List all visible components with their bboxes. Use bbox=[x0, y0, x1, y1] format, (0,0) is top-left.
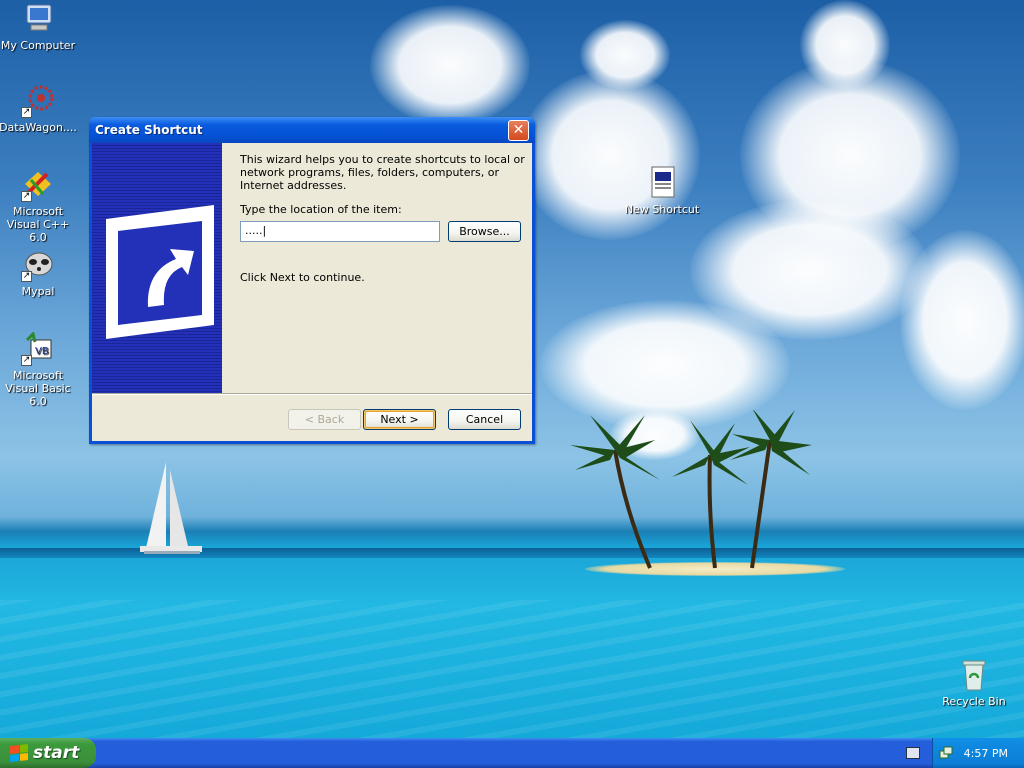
desktop-icon-label: DataWagon.... bbox=[0, 121, 77, 134]
desktop-icon-label: Microsoft Visual Basic 6.0 bbox=[5, 369, 71, 408]
datawagon-icon: ↗ bbox=[21, 84, 55, 118]
dialog-title-bar[interactable]: Create Shortcut ✕ bbox=[89, 117, 535, 143]
mypal-icon: ↗ bbox=[21, 248, 55, 282]
recycle-bin-icon bbox=[957, 658, 991, 692]
cloud bbox=[800, 0, 890, 90]
desktop-icon-new-shortcut[interactable]: New Shortcut bbox=[622, 166, 702, 216]
desktop-icon-visual-basic[interactable]: VB ↗ Microsoft Visual Basic 6.0 bbox=[0, 331, 78, 408]
create-shortcut-dialog: Create Shortcut ✕ This wizard helps you … bbox=[89, 117, 535, 444]
dialog-body: This wizard helps you to create shortcut… bbox=[92, 143, 532, 441]
desktop-icon-my-computer[interactable]: My Computer bbox=[0, 2, 78, 52]
close-icon: ✕ bbox=[512, 121, 525, 138]
visual-basic-icon: VB ↗ bbox=[21, 331, 55, 366]
clock[interactable]: 4:57 PM bbox=[964, 747, 1008, 760]
desktop-icon-label: New Shortcut bbox=[624, 203, 700, 216]
new-shortcut-icon bbox=[645, 166, 679, 200]
desktop-icon-label: Recycle Bin bbox=[942, 695, 1006, 708]
shortcut-arrow-icon: ↗ bbox=[21, 191, 32, 202]
windows-logo-icon bbox=[10, 744, 28, 762]
wizard-intro-text: This wizard helps you to create shortcut… bbox=[240, 153, 525, 192]
dialog-title: Create Shortcut bbox=[95, 123, 203, 137]
system-tray: 4:57 PM bbox=[932, 738, 1024, 768]
sea-shine bbox=[0, 600, 1024, 738]
visual-cpp-icon: ↗ bbox=[21, 168, 55, 202]
keyboard-icon[interactable] bbox=[906, 747, 920, 759]
shortcut-arrow-icon: ↗ bbox=[21, 107, 32, 118]
continue-hint: Click Next to continue. bbox=[240, 271, 365, 284]
next-button[interactable]: Next > bbox=[363, 409, 436, 430]
location-label: Type the location of the item: bbox=[240, 203, 402, 216]
start-label: start bbox=[33, 743, 80, 763]
close-button[interactable]: ✕ bbox=[508, 119, 529, 141]
cancel-button[interactable]: Cancel bbox=[448, 409, 521, 430]
dialog-separator bbox=[92, 393, 532, 395]
cloud bbox=[900, 230, 1024, 410]
svg-text:VB: VB bbox=[35, 346, 49, 357]
back-button[interactable]: < Back bbox=[288, 409, 361, 430]
sailboat-image bbox=[140, 462, 202, 554]
cloud bbox=[370, 5, 530, 125]
desktop-icon-mypal[interactable]: ↗ Mypal bbox=[0, 248, 78, 298]
desktop: My Computer ↗ DataWagon.... ↗ Microsoft … bbox=[0, 0, 1024, 738]
browse-button[interactable]: Browse... bbox=[448, 221, 521, 242]
desktop-icon-label: Microsoft Visual C++ 6.0 bbox=[6, 205, 70, 244]
shortcut-wizard-icon bbox=[106, 205, 214, 339]
start-button[interactable]: start bbox=[0, 738, 96, 768]
desktop-icon-datawagon[interactable]: ↗ DataWagon.... bbox=[0, 84, 78, 134]
cloud bbox=[580, 20, 670, 90]
desktop-icon-visual-cpp[interactable]: ↗ Microsoft Visual C++ 6.0 bbox=[0, 168, 78, 244]
desktop-icon-label: Mypal bbox=[21, 285, 55, 298]
palm-trees-image bbox=[570, 410, 812, 569]
wizard-banner bbox=[92, 143, 222, 393]
location-input[interactable]: .....| bbox=[240, 221, 440, 242]
network-icon[interactable] bbox=[939, 746, 953, 760]
taskbar: start 4:57 PM bbox=[0, 738, 1024, 768]
desktop-icon-recycle-bin[interactable]: Recycle Bin bbox=[934, 658, 1014, 708]
shortcut-arrow-icon: ↗ bbox=[21, 355, 32, 366]
desktop-icon-label: My Computer bbox=[0, 39, 76, 52]
shortcut-arrow-icon: ↗ bbox=[21, 271, 32, 282]
my-computer-icon bbox=[21, 2, 55, 36]
